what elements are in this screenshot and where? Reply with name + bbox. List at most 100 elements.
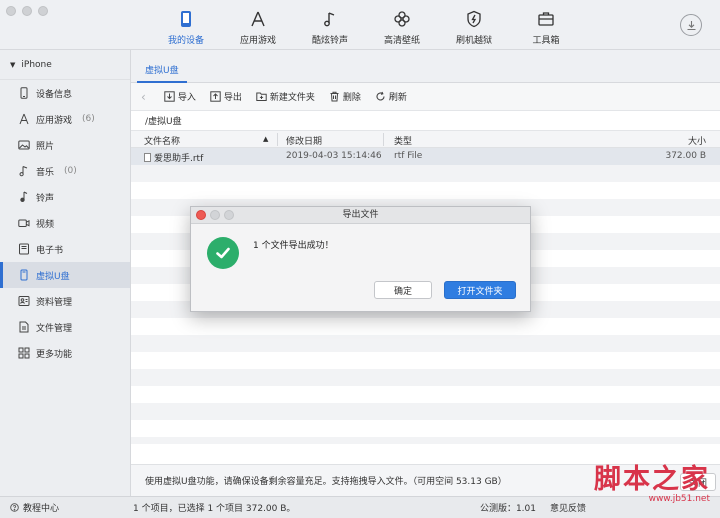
nav-toolbox[interactable]: 工具箱	[510, 0, 582, 50]
sidebar-item-data-management[interactable]: 资料管理	[0, 288, 130, 314]
dialog-zoom-button[interactable]	[224, 210, 234, 220]
empty-row	[131, 369, 720, 386]
nav-label: 高清壁纸	[383, 36, 420, 46]
sidebar-item-label: 铃声	[36, 193, 55, 204]
nav-flash-jailbreak[interactable]: 刷机越狱	[438, 0, 510, 50]
nav-label: 工具箱	[532, 36, 560, 46]
tutorial-center-label: 教程中心	[23, 504, 60, 514]
empty-row	[131, 318, 720, 335]
flower-icon	[394, 11, 410, 27]
nav-label: 刷机越狱	[455, 36, 492, 46]
sidebar-item-virtual-udisk[interactable]: 虚拟U盘	[0, 262, 130, 288]
sidebar-item-photos[interactable]: 照片	[0, 132, 130, 158]
column-header-type[interactable]: 类型	[394, 134, 412, 147]
appstore-icon	[251, 11, 265, 27]
dialog-message: 1 个文件导出成功！	[253, 241, 334, 251]
shield-icon	[467, 10, 481, 28]
open-folder-button[interactable]: 打开文件夹	[444, 281, 516, 299]
phone-icon	[181, 11, 191, 27]
ringtone-icon	[20, 191, 28, 203]
watermark: 脚本之家 www.jb51.net	[594, 466, 710, 505]
column-divider	[383, 133, 384, 146]
sidebar-item-device-info[interactable]: 设备信息	[0, 80, 130, 106]
new-folder-label: 新建文件夹	[269, 93, 315, 103]
device-header[interactable]: ▼ iPhone	[0, 50, 130, 80]
export-button[interactable]: 导出	[210, 90, 242, 103]
sidebar-item-videos[interactable]: 视频	[0, 210, 130, 236]
tab-virtual-udisk[interactable]: 虚拟U盘	[137, 58, 187, 83]
new-folder-icon	[256, 92, 267, 101]
import-button[interactable]: 导入	[164, 90, 196, 103]
delete-label: 删除	[342, 93, 361, 103]
window-zoom-button[interactable]	[38, 6, 48, 16]
confirm-button[interactable]: 确定	[374, 281, 432, 299]
help-icon	[10, 503, 19, 512]
export-icon	[210, 91, 221, 102]
window-minimize-button[interactable]	[22, 6, 32, 16]
toolbox-icon	[538, 12, 554, 26]
sidebar-item-apps[interactable]: 应用游戏 (6)	[0, 106, 130, 132]
refresh-icon	[376, 91, 385, 101]
tab-bar: 虚拟U盘	[131, 50, 720, 83]
empty-row	[131, 386, 720, 403]
window-controls	[6, 6, 48, 16]
feedback-link[interactable]: 意见反馈	[550, 501, 586, 514]
sidebar-item-label: 文件管理	[36, 323, 73, 334]
sidebar-item-ringtones[interactable]: 铃声	[0, 184, 130, 210]
sidebar-item-more-features[interactable]: 更多功能	[0, 340, 130, 366]
empty-row	[131, 403, 720, 420]
window-close-button[interactable]	[6, 6, 16, 16]
empty-row	[131, 335, 720, 352]
path-breadcrumb: /虚拟U盘	[131, 111, 720, 131]
download-manager-button[interactable]	[680, 14, 702, 36]
sidebar-item-label: 电子书	[36, 245, 64, 256]
nav-label: 我的设备	[167, 36, 204, 46]
refresh-label: 刷新	[388, 93, 407, 103]
empty-row	[131, 165, 720, 182]
back-arrow-icon[interactable]: ‹	[141, 90, 146, 104]
file-date: 2019-04-03 15:14:46	[286, 151, 382, 161]
tutorial-center-link[interactable]: 教程中心	[0, 501, 131, 514]
current-path: /虚拟U盘	[145, 117, 182, 127]
refresh-button[interactable]: 刷新	[375, 90, 407, 103]
column-header-name[interactable]: 文件名称	[144, 134, 180, 147]
music-note-icon	[324, 12, 335, 27]
sidebar-item-count: (0)	[64, 166, 77, 176]
sidebar-item-label: 资料管理	[36, 297, 73, 308]
column-header-size[interactable]: 大小	[688, 134, 706, 147]
sidebar-item-music[interactable]: 音乐 (0)	[0, 158, 130, 184]
selection-status: 1 个项目，已选择 1 个项目 372.00 B。	[133, 504, 296, 514]
capacity-note: 使用虚拟U盘功能，请确保设备剩余容量充足。支持拖拽导入文件。（可用空间 53.1…	[145, 477, 507, 487]
download-icon	[687, 20, 695, 30]
empty-row	[131, 420, 720, 437]
file-name: 爱思助手.rtf	[154, 154, 204, 164]
empty-row	[131, 182, 720, 199]
nav-my-device[interactable]: 我的设备	[150, 0, 222, 50]
nav-ringtones[interactable]: 酷炫铃声	[294, 0, 366, 50]
dialog-minimize-button[interactable]	[210, 210, 220, 220]
main-nav: 我的设备 应用游戏 酷炫铃声 高清壁纸 刷机越狱 工具箱	[150, 0, 582, 50]
new-folder-button[interactable]: 新建文件夹	[256, 90, 315, 103]
file-manager-icon	[19, 321, 29, 333]
column-header-date[interactable]: 修改日期	[286, 134, 322, 147]
file-table-header: 文件名称 ▲ 修改日期 类型 大小	[131, 131, 720, 148]
nav-wallpapers[interactable]: 高清壁纸	[366, 0, 438, 50]
file-size: 372.00 B	[665, 151, 706, 161]
watermark-url: www.jb51.net	[648, 494, 710, 504]
file-type: rtf File	[394, 151, 423, 161]
sort-caret-icon[interactable]: ▲	[263, 135, 268, 143]
sidebar-item-file-management[interactable]: 文件管理	[0, 314, 130, 340]
nav-apps-games[interactable]: 应用游戏	[222, 0, 294, 50]
sidebar-item-label: 应用游戏	[36, 115, 73, 126]
photo-icon	[18, 140, 30, 150]
sidebar-item-ebooks[interactable]: 电子书	[0, 236, 130, 262]
sidebar-item-label: 虚拟U盘	[36, 271, 70, 282]
empty-row	[131, 437, 720, 444]
export-label: 导出	[223, 93, 242, 103]
success-check-icon	[207, 237, 239, 269]
music-icon	[19, 166, 28, 177]
dialog-close-button[interactable]	[196, 210, 206, 220]
table-row[interactable]: 爱思助手.rtf 2019-04-03 15:14:46 rtf File 37…	[131, 148, 720, 165]
delete-button[interactable]: 删除	[329, 90, 361, 103]
nav-label: 酷炫铃声	[311, 36, 348, 46]
